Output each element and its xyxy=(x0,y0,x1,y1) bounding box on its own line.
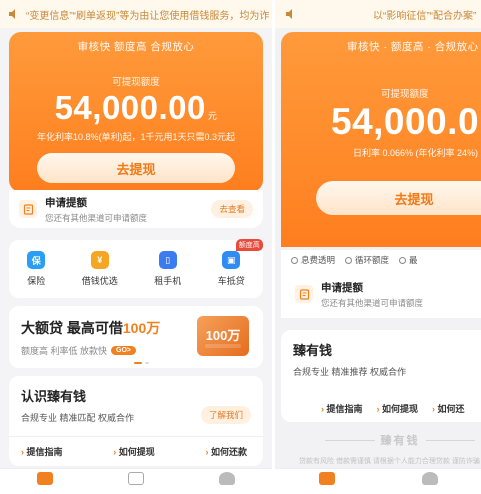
car-icon: ▣ xyxy=(222,251,241,269)
withdraw-button[interactable]: 去提现 xyxy=(37,153,235,183)
credit-amount: 54,000.00 元 xyxy=(54,89,218,126)
right-screen: 以“影响征信”“配合办案” 审核快 · 额度高 · 合规放心 可提现额度 54,… xyxy=(272,0,481,494)
speaker-icon xyxy=(286,9,292,19)
speaker-icon xyxy=(9,9,15,19)
withdraw-button[interactable]: 去提现 xyxy=(316,181,481,215)
service-insurance[interactable]: 保 保险 xyxy=(27,251,45,287)
apply-limit-row[interactable]: 申请提额 您还有其他渠道可申请额度 xyxy=(281,270,481,318)
tab-bar xyxy=(275,468,481,494)
tab-card[interactable] xyxy=(127,472,144,485)
tab-profile[interactable] xyxy=(218,472,235,485)
link-how-repay[interactable]: 如何还 xyxy=(432,402,465,415)
user-icon xyxy=(421,472,438,485)
tab-home[interactable] xyxy=(318,472,335,485)
hero-card: 审核快 额度高 合规放心 可提现额度 54,000.00 元 年化利率10.8%(… xyxy=(9,32,263,192)
phone-icon: ▯ xyxy=(158,251,177,269)
link-credit-guide[interactable]: 提信指南 xyxy=(21,445,63,458)
link-how-withdraw[interactable]: 如何提现 xyxy=(377,402,418,415)
apply-title: 申请提额 xyxy=(321,281,363,294)
document-icon xyxy=(19,200,37,218)
high-limit-badge: 额度高 xyxy=(235,239,263,251)
apply-limit-row[interactable]: 申请提额 您还有其他渠道可申请额度 去查看 xyxy=(9,190,263,228)
shield-icon: 保 xyxy=(27,251,46,269)
card-icon xyxy=(127,472,144,485)
credit-label: 可提现额度 xyxy=(381,89,429,100)
notice-bar[interactable]: “变更信息”“刷单返现”等为由让您使用借钱服务，均为诈 xyxy=(0,0,272,28)
gift-box-image: 100万 xyxy=(197,316,249,356)
interest-rate: 年化利率10.8%(单利)起，1千元用1天只需0.3元起 xyxy=(36,132,236,142)
apply-subtitle: 您还有其他渠道可申请额度 xyxy=(321,297,424,308)
about-section: 认识臻有钱 合规专业 精准匹配 权威合作 了解我们 提信指南 如何提现 如何还款 xyxy=(9,376,263,466)
disclaimer-text: 贷款有风险 借款需谨慎 请根据个人能力合理贷款 谨防诈骗 xyxy=(299,458,480,465)
quick-services: 保 保险 ¥ 借钱优选 ▯ 租手机 额度高 ▣ 车抵贷 xyxy=(9,239,263,298)
user-icon xyxy=(218,472,235,485)
feature-more: 最 xyxy=(399,254,418,266)
feature-transparent: 息费透明 xyxy=(291,254,335,266)
left-screen: “变更信息”“刷单返现”等为由让您使用借钱服务，均为诈 审核快 额度高 合规放心… xyxy=(0,0,272,494)
about-subtitle: 合规专业 精准推荐 权威合作 xyxy=(293,367,407,377)
promo-banner[interactable]: 大额贷 最高可借100万 额度高 利率低 放款快 GO> 100万 xyxy=(9,306,263,368)
notice-bar[interactable]: 以“影响征信”“配合办案” xyxy=(275,0,481,28)
guide-links: 提信指南 如何提现 如何还 xyxy=(281,384,481,415)
learn-more-button[interactable]: 了解我们 xyxy=(200,406,251,424)
link-how-withdraw[interactable]: 如何提现 xyxy=(113,445,155,458)
tab-bar xyxy=(0,468,272,494)
brand-divider: 臻有钱 xyxy=(325,432,475,448)
hero-tagline: 审核快 额度高 合规放心 xyxy=(77,41,195,53)
feature-row: 息费透明 循环额度 最 xyxy=(281,250,481,270)
home-icon xyxy=(318,472,335,485)
service-loan-select[interactable]: ¥ 借钱优选 xyxy=(82,251,118,287)
moneybag-icon: ¥ xyxy=(90,251,109,269)
view-button[interactable]: 去查看 xyxy=(211,200,253,218)
notice-text: 以“影响征信”“配合办案” xyxy=(373,10,477,22)
service-car-loan[interactable]: 额度高 ▣ 车抵贷 xyxy=(218,239,263,287)
credit-label: 可提现额度 xyxy=(112,77,160,88)
interest-rate: 日利率 0.066% (年化利率 24%) xyxy=(353,148,479,158)
hero-card: 审核快 · 额度高 · 合规放心 可提现额度 54,000.0 日利率 0.06… xyxy=(281,32,481,247)
screenshot: “变更信息”“刷单返现”等为由让您使用借钱服务，均为诈 审核快 额度高 合规放心… xyxy=(0,0,481,494)
about-title: 认识臻有钱 xyxy=(21,389,87,404)
about-title: 臻有钱 xyxy=(293,343,333,358)
link-how-repay[interactable]: 如何还款 xyxy=(205,445,247,458)
notice-text: “变更信息”“刷单返现”等为由让您使用借钱服务，均为诈 xyxy=(26,10,270,22)
tab-home[interactable] xyxy=(37,472,54,485)
about-section: 臻有钱 合规专业 精准推荐 权威合作 提信指南 如何提现 如何还 xyxy=(281,330,481,422)
go-badge[interactable]: GO> xyxy=(111,346,136,355)
service-rent-phone[interactable]: ▯ 租手机 xyxy=(154,251,181,287)
guide-links: 提信指南 如何提现 如何还款 xyxy=(9,436,263,458)
apply-subtitle: 您还有其他渠道可申请额度 xyxy=(45,212,148,223)
brand-name: 臻有钱 xyxy=(380,435,420,447)
document-icon xyxy=(295,285,313,303)
feature-revolving: 循环额度 xyxy=(345,254,389,266)
link-credit-guide[interactable]: 提信指南 xyxy=(321,402,363,415)
hero-tagline: 审核快 · 额度高 · 合规放心 xyxy=(347,41,479,53)
tab-profile[interactable] xyxy=(421,472,438,485)
carousel-dots xyxy=(134,362,149,364)
home-icon xyxy=(37,472,54,485)
credit-amount: 54,000.0 xyxy=(331,101,480,142)
apply-title: 申请提额 xyxy=(45,196,87,209)
